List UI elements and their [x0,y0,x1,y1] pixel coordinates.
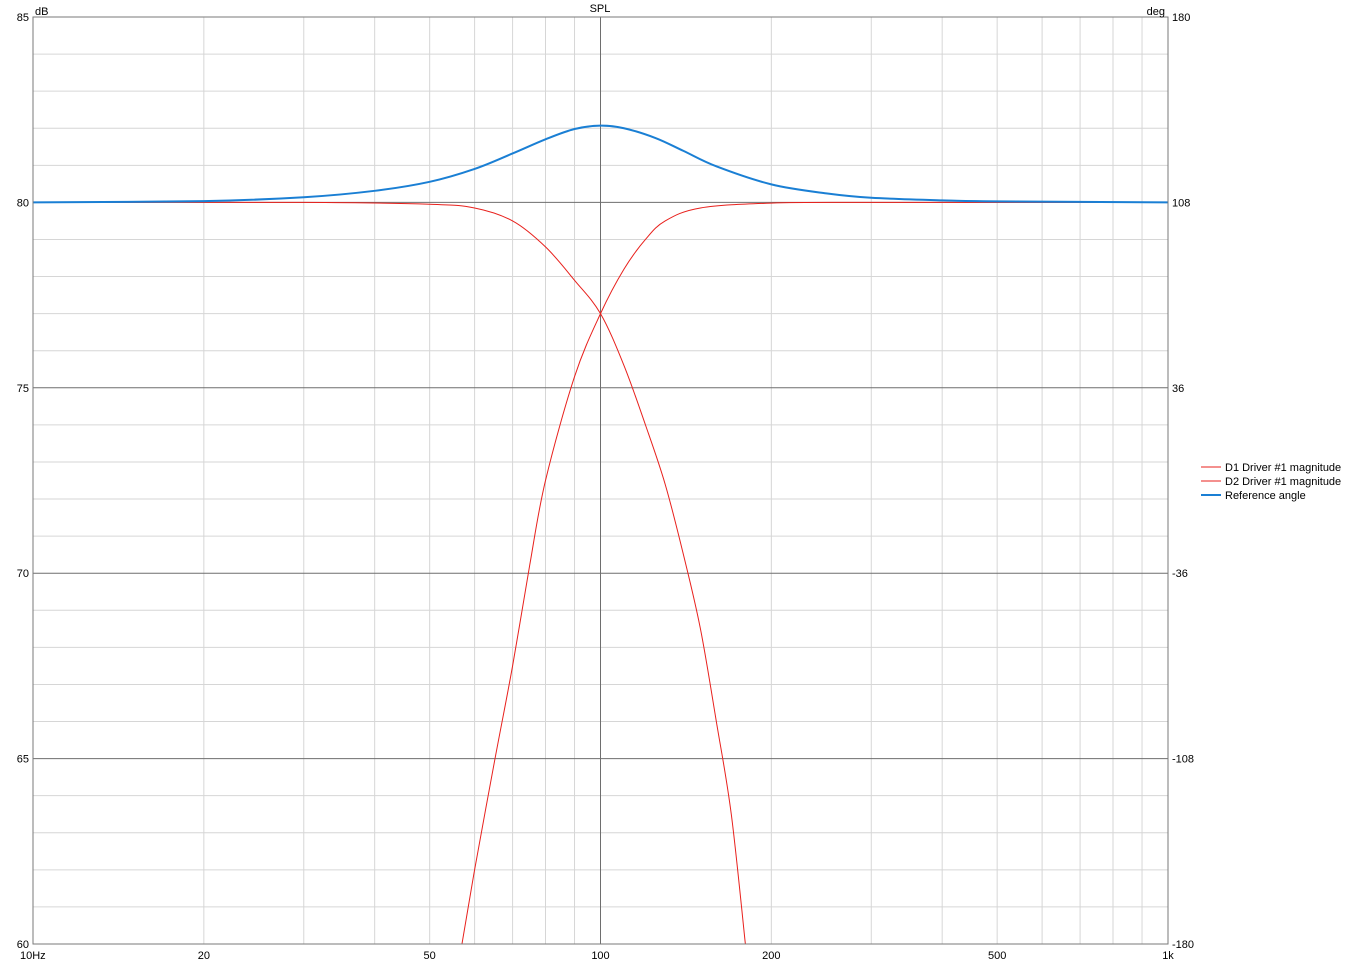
y-left-tick-label: 85 [17,12,29,24]
y-left-tick-label: 70 [17,568,29,580]
y-right-tick-label: 180 [1172,12,1190,24]
y-right-tick-label: -180 [1172,939,1194,951]
x-tick-label: 20 [198,950,210,962]
legend-label: Reference angle [1225,490,1306,502]
right-axis-unit-label: deg [1147,6,1165,18]
left-axis-unit-label: dB [35,6,48,18]
chart-legend: D1 Driver #1 magnitude D2 Driver #1 magni… [1201,462,1341,502]
x-tick-label: 10Hz [20,950,46,962]
x-tick-label: 1k [1162,950,1174,962]
x-tick-label: 500 [988,950,1006,962]
y-right-tick-label: -108 [1172,754,1194,766]
y-right-tick-label: 36 [1172,383,1184,395]
y-left-tick-label: 60 [17,939,29,951]
legend-label: D2 Driver #1 magnitude [1225,476,1341,488]
legend-label: D1 Driver #1 magnitude [1225,462,1341,474]
y-right-tick-label: -36 [1172,568,1188,580]
y-right-tick-label: 108 [1172,197,1190,209]
x-tick-label: 100 [591,950,609,962]
y-left-tick-label: 80 [17,197,29,209]
x-tick-label: 200 [762,950,780,962]
y-left-tick-label: 65 [17,754,29,766]
y-left-tick-label: 75 [17,383,29,395]
x-tick-label: 50 [424,950,436,962]
chart-title: SPL [590,3,611,15]
spl-chart: 10Hz 20 50 100 200 500 1k 85 80 75 70 65 60 180 108 36 -… [17,3,1341,962]
